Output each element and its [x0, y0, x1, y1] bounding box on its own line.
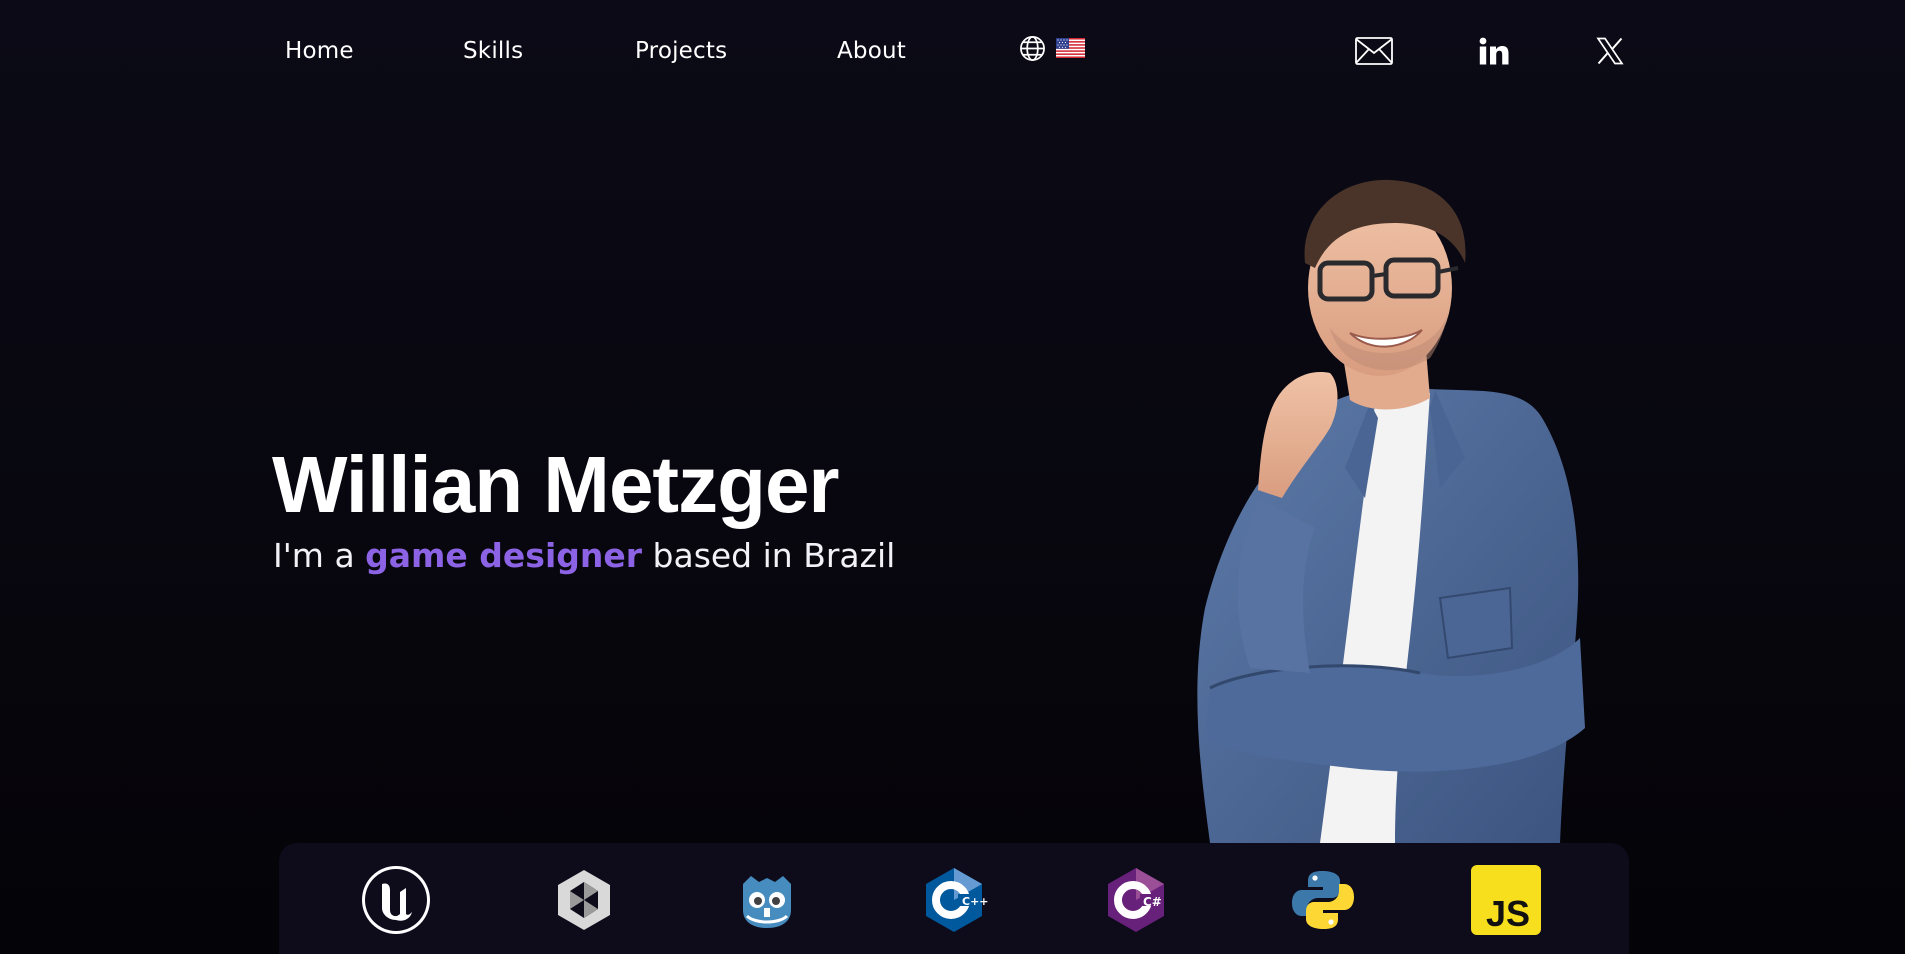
godot-icon[interactable]: [730, 863, 804, 937]
cpp-icon[interactable]: C++: [917, 863, 991, 937]
hero-tagline: I'm a game designer based in Brazil: [273, 534, 895, 578]
javascript-label: JS: [1486, 893, 1530, 934]
tagline-suffix: based in Brazil: [642, 536, 896, 575]
mail-icon[interactable]: [1354, 32, 1394, 70]
skills-bar: C++ C# JS: [279, 843, 1629, 954]
nav-about-link[interactable]: About: [837, 34, 906, 68]
nav-skills-link[interactable]: Skills: [463, 34, 523, 68]
globe-icon: [1019, 35, 1046, 66]
javascript-icon[interactable]: JS: [1469, 863, 1543, 937]
tagline-highlight: game designer: [365, 536, 643, 575]
csharp-icon[interactable]: C#: [1099, 863, 1173, 937]
linkedin-icon[interactable]: [1474, 32, 1514, 70]
x-icon[interactable]: [1590, 32, 1630, 70]
nav-projects-link[interactable]: Projects: [635, 34, 727, 68]
unity-icon[interactable]: [547, 863, 621, 937]
nav-home-link[interactable]: Home: [285, 34, 354, 68]
cpp-label: C++: [962, 895, 989, 908]
portfolio-page: Home Skills Projects About Willian Metzg…: [0, 0, 1905, 954]
top-nav: Home Skills Projects About: [0, 0, 1905, 102]
tagline-prefix: I'm a: [273, 536, 366, 575]
unreal-engine-icon[interactable]: [359, 863, 433, 937]
hero-name: Willian Metzger: [272, 440, 840, 529]
profile-portrait: [1190, 168, 1630, 843]
python-icon[interactable]: [1286, 863, 1360, 937]
us-flag-icon: [1056, 38, 1085, 62]
language-selector[interactable]: [1019, 35, 1085, 66]
csharp-label: C#: [1143, 895, 1162, 909]
